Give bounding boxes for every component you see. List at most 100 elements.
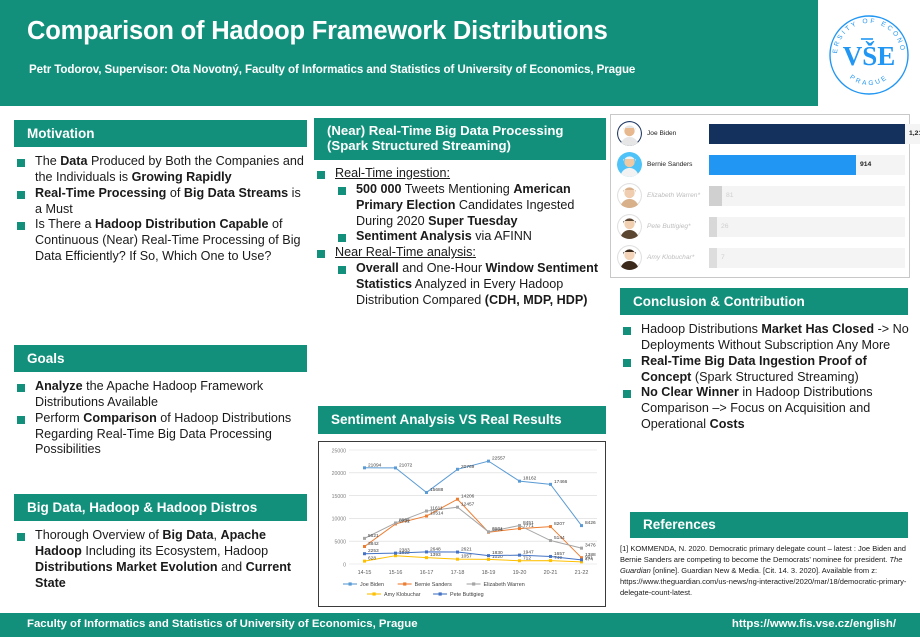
section-banner-motivation: Motivation xyxy=(14,120,307,147)
list-item: No Clear Winner in Hadoop Distributions … xyxy=(620,385,910,433)
legend-marker xyxy=(438,592,442,596)
section-banner-bigdata: Big Data, Hadoop & Hadoop Distros xyxy=(14,494,307,521)
data-point xyxy=(425,509,428,513)
delegate-bar-track: 1,217 xyxy=(709,123,920,144)
data-point xyxy=(363,559,366,563)
realtime-list: Real-Time ingestion: 500 000 Tweets Menti… xyxy=(314,166,608,309)
list-item: 500 000 Tweets Mentioning American Prima… xyxy=(314,182,608,230)
delegate-value: 26 xyxy=(721,223,729,230)
data-point xyxy=(518,479,521,483)
chart-heading: Sentiment Analysis VS Real Results xyxy=(331,412,562,428)
bullet-text-run: Comparison xyxy=(83,410,157,425)
bullet-text-run: Tweets Mentioning xyxy=(401,181,514,196)
data-point xyxy=(580,558,583,562)
conclusion-list: Hadoop Distributions Market Has Closed -… xyxy=(620,322,910,433)
data-point xyxy=(487,459,490,463)
data-point xyxy=(580,546,583,550)
data-label: 1657 xyxy=(554,551,565,557)
reference-post: [online]. Guardian New & Media. [Cit. 14… xyxy=(620,565,907,597)
bigdata-heading: Big Data, Hadoop & Hadoop Distros xyxy=(27,499,258,515)
data-point xyxy=(518,527,521,531)
bullet-text-run: Hadoop Distributions xyxy=(641,322,762,336)
section-banner-goals: Goals xyxy=(14,345,307,372)
svg-text:PRAGUE: PRAGUE xyxy=(848,74,889,87)
data-point xyxy=(487,557,490,561)
list-item: Real-Time Big Data Ingestion Proof of Co… xyxy=(620,354,910,386)
data-point xyxy=(425,550,428,554)
data-label: 15688 xyxy=(430,487,444,493)
legend-label: Amy Klobuchar xyxy=(384,592,421,598)
data-point xyxy=(363,552,366,556)
footer-url[interactable]: https://www.fis.vse.cz/english/ xyxy=(732,618,896,630)
data-point xyxy=(363,536,366,540)
data-point xyxy=(363,544,366,548)
data-label: 20769 xyxy=(461,464,475,470)
delegate-bar-track: 26 xyxy=(709,216,905,237)
avatar xyxy=(617,183,642,208)
legend-marker xyxy=(472,582,476,586)
data-label: 22557 xyxy=(492,456,506,462)
delegate-count-panel: Joe Biden 1,217 Bernie Sanders 914 Elizabeth… xyxy=(610,114,920,278)
avatar xyxy=(617,121,642,146)
y-axis-tick-label: 15000 xyxy=(332,494,347,500)
x-axis-tick-label: 14-15 xyxy=(358,570,372,576)
data-label: 11611 xyxy=(430,506,443,512)
reference-entry: [1] KOMMENDA, N. 2020. Democratic primar… xyxy=(620,544,908,598)
bullet-text-run: Including its Ecosystem, Hadoop xyxy=(81,543,269,558)
legend-marker xyxy=(348,582,352,586)
x-axis-tick-label: 18-19 xyxy=(482,570,496,576)
data-point xyxy=(456,557,459,561)
data-point xyxy=(549,525,552,529)
data-point xyxy=(425,514,428,518)
goals-heading: Goals xyxy=(27,350,65,366)
bullet-text-run: Big Data xyxy=(162,528,214,542)
bullet-text-run: Near Real-Time analysis xyxy=(335,245,473,260)
bullet-text-run: : xyxy=(446,166,451,180)
x-axis-tick-label: 19-20 xyxy=(513,570,527,576)
delegate-bar-track: 81 xyxy=(709,185,905,206)
bullet-text-run: No Clear Winner xyxy=(641,385,739,400)
data-point xyxy=(549,482,552,486)
data-point xyxy=(518,523,521,527)
data-point xyxy=(456,497,459,501)
legend-label: Joe Biden xyxy=(360,582,384,588)
delegate-bar xyxy=(709,216,717,237)
bullet-text-run: Distributions Market Evolution xyxy=(35,559,218,574)
bullet-text-run: of xyxy=(166,185,184,200)
bullet-text-run: , xyxy=(213,528,221,542)
data-label: 628 xyxy=(368,556,376,562)
bullet-text-run: Overall xyxy=(356,261,399,276)
y-axis-tick-label: 5000 xyxy=(334,540,346,546)
data-label: 2383 xyxy=(399,548,410,554)
bullet-text-run: Super Tuesday xyxy=(428,213,518,228)
data-label: 712 xyxy=(523,555,531,561)
delegate-bar-track: 914 xyxy=(709,154,905,175)
data-label: 18162 xyxy=(523,476,537,482)
data-point xyxy=(425,556,428,560)
conclusion-heading: Conclusion & Contribution xyxy=(633,293,805,309)
data-point xyxy=(549,559,552,563)
bullet-text-run: and xyxy=(217,559,246,574)
bullet-text-run: Data xyxy=(60,154,88,168)
sentiment-chart: 0 5000 10000 15000 20000 25000 14-15 15-16 16-17… xyxy=(318,441,606,607)
delegate-value: 81 xyxy=(726,192,734,199)
bullet-text-run: (Spark Structured Streaming) xyxy=(691,369,859,384)
delegate-name: Amy Klobuchar* xyxy=(647,254,695,261)
bullet-text-run: Growing Rapidly xyxy=(131,169,232,184)
section-banner-chart: Sentiment Analysis VS Real Results xyxy=(318,406,606,434)
list-item: Is There a Hadoop Distribution Capable o… xyxy=(14,217,308,265)
bullet-text-run: Market Has Closed xyxy=(761,322,875,336)
list-item: Real-Time ingestion: xyxy=(314,166,608,182)
list-item: The Data Produced by Both the Companies … xyxy=(14,154,308,186)
delegate-row: Elizabeth Warren* 81 xyxy=(617,181,905,210)
legend-marker xyxy=(372,592,376,596)
legend-marker xyxy=(403,582,407,586)
delegate-bar xyxy=(709,123,905,144)
vse-university-logo: UNIVERSITY OF ECONOMICS PRAGUE VŠE xyxy=(823,0,911,108)
data-point xyxy=(487,554,490,558)
list-item: Real-Time Processing of Big Data Streams… xyxy=(14,186,308,218)
data-label: 17466 xyxy=(554,479,568,485)
delegate-name: Elizabeth Warren* xyxy=(647,192,701,199)
data-point xyxy=(580,524,583,528)
data-label: 3842 xyxy=(368,541,379,547)
